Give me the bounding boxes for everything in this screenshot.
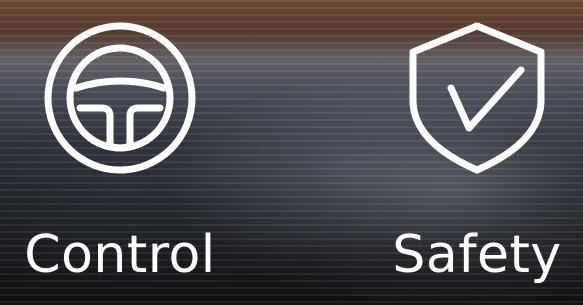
feature-label-control: Control xyxy=(24,225,216,285)
feature-banner: Control Safety xyxy=(0,0,583,305)
feature-control: Control xyxy=(10,0,230,305)
shield-check-icon xyxy=(393,14,561,182)
steering-wheel-icon xyxy=(36,14,204,182)
feature-label-safety: Safety xyxy=(392,225,562,285)
feature-safety: Safety xyxy=(367,0,583,305)
